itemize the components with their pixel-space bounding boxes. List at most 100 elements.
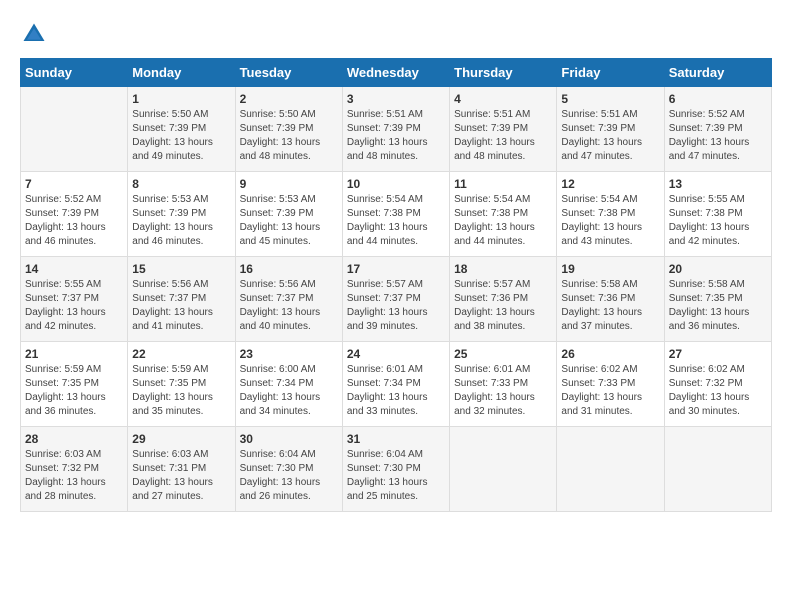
week-row-2: 7 Sunrise: 5:52 AM Sunset: 7:39 PM Daylig… [21, 172, 772, 257]
day-info: Sunrise: 5:51 AM Sunset: 7:39 PM Dayligh… [347, 108, 445, 164]
day-number: 19 [561, 262, 659, 276]
day-info: Sunrise: 5:58 AM Sunset: 7:35 PM Dayligh… [669, 278, 767, 334]
day-number: 13 [669, 177, 767, 191]
calendar-cell: 15 Sunrise: 5:56 AM Sunset: 7:37 PM Dayli… [128, 257, 235, 342]
day-number: 15 [132, 262, 230, 276]
day-info: Sunrise: 5:52 AM Sunset: 7:39 PM Dayligh… [25, 193, 123, 249]
day-info: Sunrise: 6:02 AM Sunset: 7:32 PM Dayligh… [669, 363, 767, 419]
day-number: 29 [132, 432, 230, 446]
day-number: 10 [347, 177, 445, 191]
day-info: Sunrise: 5:56 AM Sunset: 7:37 PM Dayligh… [132, 278, 230, 334]
day-number: 16 [240, 262, 338, 276]
day-number: 20 [669, 262, 767, 276]
day-info: Sunrise: 5:53 AM Sunset: 7:39 PM Dayligh… [240, 193, 338, 249]
day-info: Sunrise: 5:51 AM Sunset: 7:39 PM Dayligh… [454, 108, 552, 164]
day-info: Sunrise: 5:57 AM Sunset: 7:36 PM Dayligh… [454, 278, 552, 334]
calendar-cell: 1 Sunrise: 5:50 AM Sunset: 7:39 PM Daylig… [128, 87, 235, 172]
day-number: 6 [669, 92, 767, 106]
week-row-3: 14 Sunrise: 5:55 AM Sunset: 7:37 PM Dayli… [21, 257, 772, 342]
day-number: 11 [454, 177, 552, 191]
calendar-cell: 8 Sunrise: 5:53 AM Sunset: 7:39 PM Daylig… [128, 172, 235, 257]
day-info: Sunrise: 5:59 AM Sunset: 7:35 PM Dayligh… [132, 363, 230, 419]
calendar-cell: 17Sunrise: 5:57 AM Sunset: 7:37 PM Dayli… [342, 257, 449, 342]
calendar-cell: 30 Sunrise: 6:04 AM Sunset: 7:30 PM Dayli… [235, 427, 342, 512]
day-info: Sunrise: 6:04 AM Sunset: 7:30 PM Dayligh… [240, 448, 338, 504]
calendar-cell: 20 Sunrise: 5:58 AM Sunset: 7:35 PM Dayli… [664, 257, 771, 342]
header-row: SundayMondayTuesdayWednesdayThursdayFrid… [21, 59, 772, 87]
calendar-cell: 11Sunrise: 5:54 AM Sunset: 7:38 PM Dayli… [450, 172, 557, 257]
day-number: 27 [669, 347, 767, 361]
column-header-friday: Friday [557, 59, 664, 87]
calendar-cell: 21 Sunrise: 5:59 AM Sunset: 7:35 PM Dayli… [21, 342, 128, 427]
day-number: 2 [240, 92, 338, 106]
calendar-cell [450, 427, 557, 512]
day-number: 4 [454, 92, 552, 106]
week-row-1: 1 Sunrise: 5:50 AM Sunset: 7:39 PM Daylig… [21, 87, 772, 172]
day-number: 12 [561, 177, 659, 191]
calendar-cell: 6 Sunrise: 5:52 AM Sunset: 7:39 PM Daylig… [664, 87, 771, 172]
day-number: 23 [240, 347, 338, 361]
day-number: 21 [25, 347, 123, 361]
column-header-monday: Monday [128, 59, 235, 87]
day-info: Sunrise: 6:04 AM Sunset: 7:30 PM Dayligh… [347, 448, 445, 504]
day-info: Sunrise: 6:03 AM Sunset: 7:32 PM Dayligh… [25, 448, 123, 504]
day-info: Sunrise: 5:51 AM Sunset: 7:39 PM Dayligh… [561, 108, 659, 164]
week-row-5: 28 Sunrise: 6:03 AM Sunset: 7:32 PM Dayli… [21, 427, 772, 512]
column-header-saturday: Saturday [664, 59, 771, 87]
day-info: Sunrise: 6:03 AM Sunset: 7:31 PM Dayligh… [132, 448, 230, 504]
day-info: Sunrise: 5:59 AM Sunset: 7:35 PM Dayligh… [25, 363, 123, 419]
calendar-cell: 28 Sunrise: 6:03 AM Sunset: 7:32 PM Dayli… [21, 427, 128, 512]
day-info: Sunrise: 5:56 AM Sunset: 7:37 PM Dayligh… [240, 278, 338, 334]
calendar-cell: 14 Sunrise: 5:55 AM Sunset: 7:37 PM Dayli… [21, 257, 128, 342]
day-number: 5 [561, 92, 659, 106]
calendar-cell: 27 Sunrise: 6:02 AM Sunset: 7:32 PM Dayli… [664, 342, 771, 427]
calendar-cell: 9 Sunrise: 5:53 AM Sunset: 7:39 PM Daylig… [235, 172, 342, 257]
day-info: Sunrise: 5:55 AM Sunset: 7:37 PM Dayligh… [25, 278, 123, 334]
day-info: Sunrise: 6:01 AM Sunset: 7:34 PM Dayligh… [347, 363, 445, 419]
calendar-cell: 12 Sunrise: 5:54 AM Sunset: 7:38 PM Dayli… [557, 172, 664, 257]
column-header-wednesday: Wednesday [342, 59, 449, 87]
day-number: 9 [240, 177, 338, 191]
logo [20, 20, 52, 48]
day-number: 24 [347, 347, 445, 361]
calendar-cell: 4 Sunrise: 5:51 AM Sunset: 7:39 PM Daylig… [450, 87, 557, 172]
day-number: 25 [454, 347, 552, 361]
calendar-cell [664, 427, 771, 512]
calendar-cell: 3 Sunrise: 5:51 AM Sunset: 7:39 PM Daylig… [342, 87, 449, 172]
calendar-cell: 13Sunrise: 5:55 AM Sunset: 7:38 PM Dayli… [664, 172, 771, 257]
day-info: Sunrise: 5:52 AM Sunset: 7:39 PM Dayligh… [669, 108, 767, 164]
day-info: Sunrise: 5:50 AM Sunset: 7:39 PM Dayligh… [132, 108, 230, 164]
calendar-cell: 26 Sunrise: 6:02 AM Sunset: 7:33 PM Dayli… [557, 342, 664, 427]
day-info: Sunrise: 6:02 AM Sunset: 7:33 PM Dayligh… [561, 363, 659, 419]
calendar-cell: 19Sunrise: 5:58 AM Sunset: 7:36 PM Dayli… [557, 257, 664, 342]
day-info: Sunrise: 5:57 AM Sunset: 7:37 PM Dayligh… [347, 278, 445, 334]
calendar-cell: 7 Sunrise: 5:52 AM Sunset: 7:39 PM Daylig… [21, 172, 128, 257]
calendar-cell: 31Sunrise: 6:04 AM Sunset: 7:30 PM Dayli… [342, 427, 449, 512]
day-number: 3 [347, 92, 445, 106]
calendar-cell [21, 87, 128, 172]
day-number: 28 [25, 432, 123, 446]
calendar-cell: 2 Sunrise: 5:50 AM Sunset: 7:39 PM Daylig… [235, 87, 342, 172]
calendar-cell: 5 Sunrise: 5:51 AM Sunset: 7:39 PM Daylig… [557, 87, 664, 172]
calendar-cell: 23 Sunrise: 6:00 AM Sunset: 7:34 PM Dayli… [235, 342, 342, 427]
calendar-table: SundayMondayTuesdayWednesdayThursdayFrid… [20, 58, 772, 512]
calendar-cell: 18 Sunrise: 5:57 AM Sunset: 7:36 PM Dayli… [450, 257, 557, 342]
day-number: 8 [132, 177, 230, 191]
day-info: Sunrise: 5:50 AM Sunset: 7:39 PM Dayligh… [240, 108, 338, 164]
day-number: 18 [454, 262, 552, 276]
day-info: Sunrise: 6:00 AM Sunset: 7:34 PM Dayligh… [240, 363, 338, 419]
day-info: Sunrise: 5:54 AM Sunset: 7:38 PM Dayligh… [561, 193, 659, 249]
day-info: Sunrise: 5:54 AM Sunset: 7:38 PM Dayligh… [347, 193, 445, 249]
day-number: 14 [25, 262, 123, 276]
page-header [20, 20, 772, 48]
day-info: Sunrise: 5:53 AM Sunset: 7:39 PM Dayligh… [132, 193, 230, 249]
day-number: 1 [132, 92, 230, 106]
day-number: 30 [240, 432, 338, 446]
day-info: Sunrise: 6:01 AM Sunset: 7:33 PM Dayligh… [454, 363, 552, 419]
calendar-cell: 25 Sunrise: 6:01 AM Sunset: 7:33 PM Dayli… [450, 342, 557, 427]
calendar-cell: 29 Sunrise: 6:03 AM Sunset: 7:31 PM Dayli… [128, 427, 235, 512]
calendar-cell: 24 Sunrise: 6:01 AM Sunset: 7:34 PM Dayli… [342, 342, 449, 427]
day-number: 7 [25, 177, 123, 191]
day-number: 26 [561, 347, 659, 361]
calendar-cell: 16 Sunrise: 5:56 AM Sunset: 7:37 PM Dayli… [235, 257, 342, 342]
